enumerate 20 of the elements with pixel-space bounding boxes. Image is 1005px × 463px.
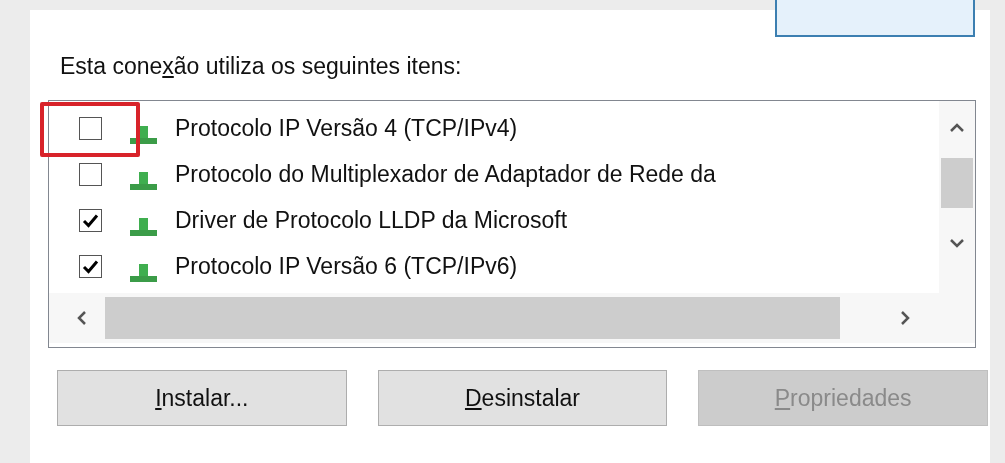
dialog-button[interactable]: Desinstalar bbox=[377, 370, 668, 426]
checkbox[interactable] bbox=[79, 208, 102, 232]
checkbox[interactable] bbox=[79, 116, 102, 140]
scroll-left-icon[interactable] bbox=[77, 310, 87, 326]
scroll-up-icon[interactable] bbox=[949, 123, 965, 133]
item-label[interactable]: Driver de Protocolo LLDP da Microsoft bbox=[175, 202, 568, 238]
list-label: Esta conexão utiliza os seguintes itens: bbox=[60, 52, 462, 81]
scrollbar-thumb[interactable] bbox=[941, 158, 973, 208]
item-label[interactable]: Protocolo IP Versão 4 (TCP/IPv4) bbox=[175, 110, 518, 146]
scroll-right-icon[interactable] bbox=[900, 310, 910, 326]
button-edge[interactable] bbox=[775, 0, 975, 37]
checkbox[interactable] bbox=[79, 254, 102, 278]
vertical-scrollbar[interactable] bbox=[939, 101, 975, 293]
scrollbar-thumb[interactable] bbox=[105, 297, 840, 339]
checkbox[interactable] bbox=[79, 162, 102, 186]
item-label[interactable]: Protocolo IP Versão 6 (TCP/IPv6) bbox=[175, 248, 518, 284]
horizontal-scrollbar[interactable] bbox=[49, 293, 975, 343]
dialog-button[interactable]: Instalar... bbox=[57, 370, 347, 426]
scroll-down-icon[interactable] bbox=[949, 238, 965, 248]
item-label[interactable]: Protocolo do Multiplexador de Adaptador de Rede da bbox=[175, 156, 716, 192]
